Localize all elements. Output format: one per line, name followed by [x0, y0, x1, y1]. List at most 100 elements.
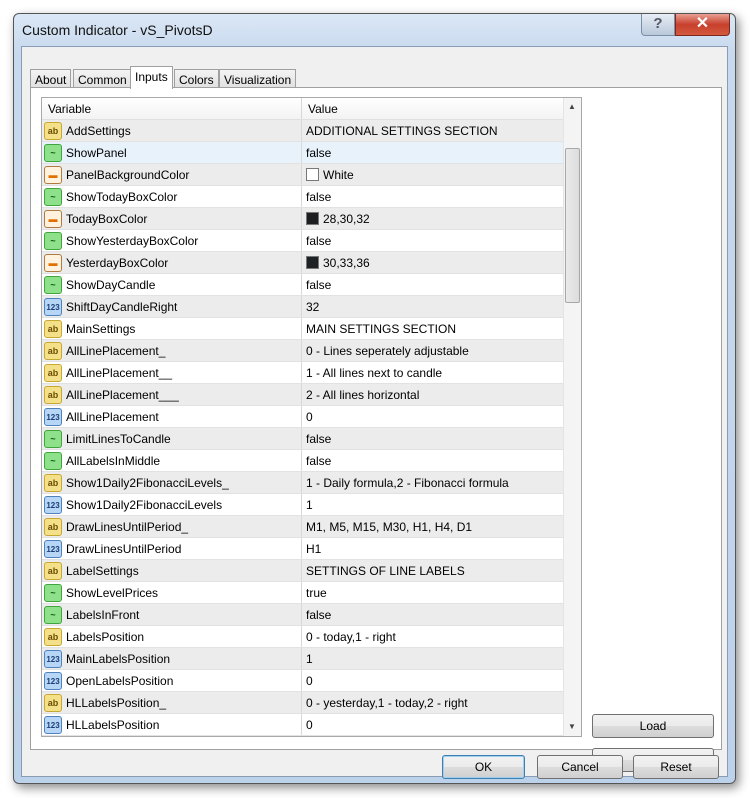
- value-cell[interactable]: 2 - All lines horizontal: [302, 384, 564, 405]
- table-row[interactable]: ab DrawLinesUntilPeriod_ M1, M5, M15, M30,…: [42, 516, 581, 538]
- value-cell[interactable]: White: [302, 164, 564, 185]
- variable-name: ShowLevelPrices: [66, 585, 159, 600]
- table-row[interactable]: ab MainSettings MAIN SETTINGS SECTION: [42, 318, 581, 340]
- variable-name: ShowYesterdayBoxColor: [66, 233, 199, 248]
- variable-name: AllLinePlacement: [66, 409, 159, 424]
- value-text: 0: [306, 409, 313, 424]
- value-cell[interactable]: H1: [302, 538, 564, 559]
- value-cell[interactable]: false: [302, 142, 564, 163]
- cancel-button[interactable]: Cancel: [537, 755, 623, 779]
- variable-cell: ab AddSettings: [42, 120, 302, 141]
- value-cell[interactable]: true: [302, 582, 564, 603]
- value-cell[interactable]: 0: [302, 714, 564, 735]
- value-cell[interactable]: 1 - Daily formula,2 - Fibonacci formula: [302, 472, 564, 493]
- table-row[interactable]: ~ ShowPanel false: [42, 142, 581, 164]
- column-header-value[interactable]: Value: [302, 98, 344, 119]
- table-row[interactable]: ~ AllLabelsInMiddle false: [42, 450, 581, 472]
- table-row[interactable]: ab AllLinePlacement__ 1 - All lines next t…: [42, 362, 581, 384]
- table-row[interactable]: ab LabelsPosition 0 - today,1 - right: [42, 626, 581, 648]
- value-cell[interactable]: 32: [302, 296, 564, 317]
- tab-inputs[interactable]: Inputs: [130, 66, 173, 89]
- variable-name: AllLinePlacement_: [66, 343, 166, 358]
- value-cell[interactable]: MAIN SETTINGS SECTION: [302, 318, 564, 339]
- value-cell[interactable]: false: [302, 450, 564, 471]
- scrollbar-thumb[interactable]: [565, 148, 580, 303]
- value-cell[interactable]: 0 - Lines seperately adjustable: [302, 340, 564, 361]
- value-cell[interactable]: 30,33,36: [302, 252, 564, 273]
- table-row[interactable]: ~ ShowLevelPrices true: [42, 582, 581, 604]
- variable-cell: ~ ShowPanel: [42, 142, 302, 163]
- table-row[interactable]: ~ ShowYesterdayBoxColor false: [42, 230, 581, 252]
- table-row[interactable]: ~ LabelsInFront false: [42, 604, 581, 626]
- table-row[interactable]: ab AllLinePlacement___ 2 - All lines horiz…: [42, 384, 581, 406]
- value-cell[interactable]: false: [302, 274, 564, 295]
- value-cell[interactable]: 0: [302, 406, 564, 427]
- tab-colors[interactable]: Colors: [174, 69, 219, 88]
- table-row[interactable]: 123 ShiftDayCandleRight 32: [42, 296, 581, 318]
- table-row[interactable]: ▬ YesterdayBoxColor 30,33,36: [42, 252, 581, 274]
- value-cell[interactable]: 1 - All lines next to candle: [302, 362, 564, 383]
- variable-name: HLLabelsPosition: [66, 717, 160, 732]
- variable-name: YesterdayBoxColor: [66, 255, 169, 270]
- table-row[interactable]: ~: [42, 736, 581, 737]
- table-row[interactable]: ▬ TodayBoxColor 28,30,32: [42, 208, 581, 230]
- table-row[interactable]: ▬ PanelBackgroundColor White: [42, 164, 581, 186]
- table-row[interactable]: 123 OpenLabelsPosition 0: [42, 670, 581, 692]
- variable-name: AllLinePlacement___: [66, 387, 179, 402]
- value-cell[interactable]: [302, 736, 564, 737]
- close-button[interactable]: ✕: [675, 14, 730, 36]
- value-cell[interactable]: 0: [302, 670, 564, 691]
- table-row[interactable]: ab LabelSettings SETTINGS OF LINE LABELS: [42, 560, 581, 582]
- table-row[interactable]: ab AllLinePlacement_ 0 - Lines seperately …: [42, 340, 581, 362]
- ok-button[interactable]: OK: [442, 755, 525, 779]
- table-row[interactable]: 123 Show1Daily2FibonacciLevels 1: [42, 494, 581, 516]
- table-row[interactable]: 123 AllLinePlacement 0: [42, 406, 581, 428]
- help-button[interactable]: ?: [641, 14, 675, 36]
- value-text: MAIN SETTINGS SECTION: [306, 321, 457, 336]
- vertical-scrollbar[interactable]: ▲ ▼: [563, 98, 581, 736]
- reset-button[interactable]: Reset: [633, 755, 719, 779]
- variable-name: Show1Daily2FibonacciLevels_: [66, 475, 229, 490]
- value-cell[interactable]: 28,30,32: [302, 208, 564, 229]
- variable-cell: ▬ TodayBoxColor: [42, 208, 302, 229]
- value-cell[interactable]: false: [302, 428, 564, 449]
- table-row[interactable]: ab HLLabelsPosition_ 0 - yesterday,1 - tod…: [42, 692, 581, 714]
- column-header-variable[interactable]: Variable: [42, 98, 302, 119]
- variable-cell: 123 ShiftDayCandleRight: [42, 296, 302, 317]
- value-cell[interactable]: false: [302, 186, 564, 207]
- table-row[interactable]: ~ ShowTodayBoxColor false: [42, 186, 581, 208]
- string-type-icon: ab: [44, 363, 62, 382]
- table-row[interactable]: ~ LimitLinesToCandle false: [42, 428, 581, 450]
- variable-cell: 123 MainLabelsPosition: [42, 648, 302, 669]
- value-cell[interactable]: M1, M5, M15, M30, H1, H4, D1: [302, 516, 564, 537]
- value-text: H1: [306, 541, 322, 556]
- value-text: false: [306, 189, 332, 204]
- scroll-up-arrow-icon[interactable]: ▲: [568, 102, 576, 111]
- value-cell[interactable]: 0 - today,1 - right: [302, 626, 564, 647]
- value-cell[interactable]: ADDITIONAL SETTINGS SECTION: [302, 120, 564, 141]
- color-swatch: [306, 168, 319, 181]
- value-text: 0 - yesterday,1 - today,2 - right: [306, 695, 468, 710]
- tab-common[interactable]: Common: [73, 69, 132, 88]
- table-row[interactable]: 123 DrawLinesUntilPeriod H1: [42, 538, 581, 560]
- table-row[interactable]: ~ ShowDayCandle false: [42, 274, 581, 296]
- number-type-icon: 123: [44, 671, 62, 690]
- table-row[interactable]: ab Show1Daily2FibonacciLevels_ 1 - Daily f…: [42, 472, 581, 494]
- boolean-type-icon: ~: [44, 605, 62, 624]
- value-cell[interactable]: SETTINGS OF LINE LABELS: [302, 560, 564, 581]
- value-text: 1: [306, 651, 313, 666]
- value-cell[interactable]: false: [302, 230, 564, 251]
- table-row[interactable]: ab AddSettings ADDITIONAL SETTINGS SECTION: [42, 120, 581, 142]
- value-text: false: [306, 233, 332, 248]
- value-cell[interactable]: 1: [302, 648, 564, 669]
- value-cell[interactable]: 1: [302, 494, 564, 515]
- scroll-down-arrow-icon[interactable]: ▼: [568, 722, 576, 731]
- load-button[interactable]: Load: [592, 714, 714, 738]
- value-cell[interactable]: 0 - yesterday,1 - today,2 - right: [302, 692, 564, 713]
- tab-about[interactable]: About: [30, 69, 72, 88]
- table-row[interactable]: 123 MainLabelsPosition 1: [42, 648, 581, 670]
- value-cell[interactable]: false: [302, 604, 564, 625]
- tab-visualization[interactable]: Visualization: [219, 69, 297, 88]
- table-row[interactable]: 123 HLLabelsPosition 0: [42, 714, 581, 736]
- value-text: 0: [306, 673, 313, 688]
